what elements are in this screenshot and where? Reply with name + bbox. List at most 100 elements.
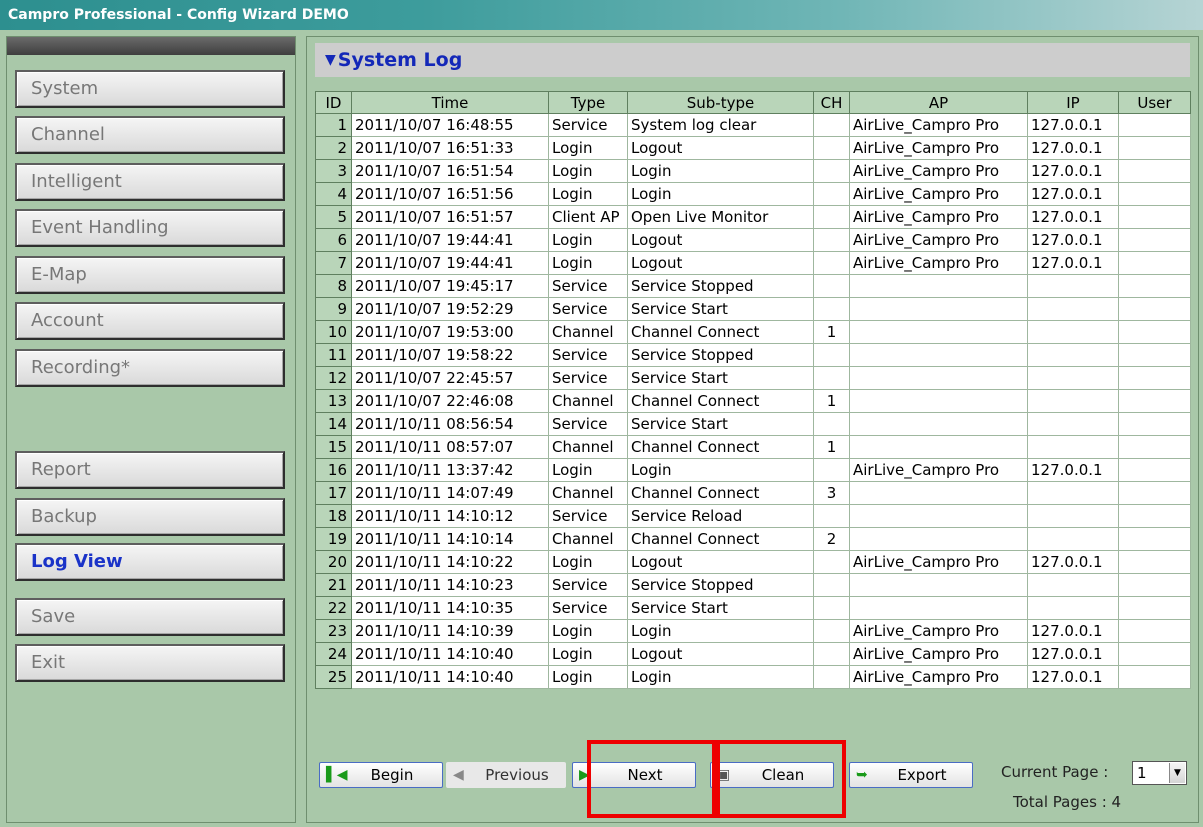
cell-subtype: Service Stopped — [627, 274, 814, 298]
cell-id: 9 — [315, 297, 352, 321]
table-row[interactable]: 20 2011/10/11 14:10:22 Login Logout AirLive_… — [315, 550, 1191, 574]
cell-subtype: Channel Connect — [627, 435, 814, 459]
cell-id: 3 — [315, 159, 352, 183]
cell-ip — [1027, 596, 1119, 620]
sidebar-item-report[interactable]: Report — [15, 451, 285, 489]
cell-user — [1118, 550, 1191, 574]
cell-ch — [813, 205, 850, 229]
cell-subtype: Service Start — [627, 366, 814, 390]
cell-user — [1118, 481, 1191, 505]
cell-user — [1118, 297, 1191, 321]
cell-type: Login — [548, 665, 628, 689]
table-row[interactable]: 18 2011/10/11 14:10:12 Service Service Relo… — [315, 504, 1191, 528]
cell-user — [1118, 573, 1191, 597]
cell-type: Login — [548, 550, 628, 574]
table-row[interactable]: 19 2011/10/11 14:10:14 Channel Channel Conn… — [315, 527, 1191, 551]
table-row[interactable]: 4 2011/10/07 16:51:56 Login Login AirLive_Ca… — [315, 182, 1191, 206]
cell-time: 2011/10/11 14:10:22 — [351, 550, 549, 574]
cell-type: Channel — [548, 320, 628, 344]
cell-id: 8 — [315, 274, 352, 298]
table-row[interactable]: 8 2011/10/07 19:45:17 Service Service Stopp… — [315, 274, 1191, 298]
current-page-select[interactable]: 1 ▼ — [1132, 761, 1187, 785]
table-row[interactable]: 23 2011/10/11 14:10:39 Login Login AirLive_C… — [315, 619, 1191, 643]
cell-id: 23 — [315, 619, 352, 643]
table-row[interactable]: 12 2011/10/07 22:45:57 Service Service Star… — [315, 366, 1191, 390]
cell-ap — [849, 343, 1028, 367]
table-row[interactable]: 6 2011/10/07 19:44:41 Login Logout AirLive_C… — [315, 228, 1191, 252]
cell-ch — [813, 297, 850, 321]
cell-ch: 1 — [813, 389, 850, 413]
sidebar-item-recording[interactable]: Recording* — [15, 349, 285, 387]
cell-id: 18 — [315, 504, 352, 528]
cell-ip — [1027, 573, 1119, 597]
cell-id: 17 — [315, 481, 352, 505]
table-row[interactable]: 22 2011/10/11 14:10:35 Service Service Star… — [315, 596, 1191, 620]
table-row[interactable]: 5 2011/10/07 16:51:57 Client AP Open Live M… — [315, 205, 1191, 229]
cell-id: 21 — [315, 573, 352, 597]
cell-ap: AirLive_Campro Pro — [849, 458, 1028, 482]
cell-ap — [849, 481, 1028, 505]
cell-user — [1118, 136, 1191, 160]
table-row[interactable]: 16 2011/10/11 13:37:42 Login Login AirLive_C… — [315, 458, 1191, 482]
cell-ch — [813, 113, 850, 137]
cell-time: 2011/10/07 19:58:22 — [351, 343, 549, 367]
table-row[interactable]: 2 2011/10/07 16:51:33 Login Logout AirLive_C… — [315, 136, 1191, 160]
table-row[interactable]: 1 2011/10/07 16:48:55 Service System log cl… — [315, 113, 1191, 137]
cell-id: 7 — [315, 251, 352, 275]
sidebar-item-intelligent[interactable]: Intelligent — [15, 163, 285, 201]
next-highlight-box — [587, 740, 716, 818]
cell-type: Login — [548, 136, 628, 160]
cell-id: 15 — [315, 435, 352, 459]
page-header: ▼ System Log — [315, 43, 1190, 77]
table-row[interactable]: 21 2011/10/11 14:10:23 Service Service Stop… — [315, 573, 1191, 597]
cell-ch — [813, 343, 850, 367]
cell-ap — [849, 297, 1028, 321]
cell-ip: 127.0.0.1 — [1027, 251, 1119, 275]
sidebar-item-exit[interactable]: Exit — [15, 644, 285, 682]
cell-id: 25 — [315, 665, 352, 689]
sidebar-item-e-map[interactable]: E-Map — [15, 256, 285, 294]
sidebar: System Channel Intelligent Event Handlin… — [6, 36, 296, 823]
cell-ch — [813, 251, 850, 275]
cell-ip — [1027, 412, 1119, 436]
cell-time: 2011/10/11 14:07:49 — [351, 481, 549, 505]
cell-subtype: Service Reload — [627, 504, 814, 528]
cell-subtype: Logout — [627, 642, 814, 666]
begin-button[interactable]: ▌◀ Begin — [319, 762, 443, 788]
cell-id: 6 — [315, 228, 352, 252]
cell-ap: AirLive_Campro Pro — [849, 642, 1028, 666]
cell-ap: AirLive_Campro Pro — [849, 251, 1028, 275]
cell-ip: 127.0.0.1 — [1027, 642, 1119, 666]
table-row[interactable]: 7 2011/10/07 19:44:41 Login Logout AirLive_C… — [315, 251, 1191, 275]
sidebar-item-account[interactable]: Account — [15, 302, 285, 340]
cell-ap: AirLive_Campro Pro — [849, 205, 1028, 229]
sidebar-item-save[interactable]: Save — [15, 598, 285, 636]
table-row[interactable]: 10 2011/10/07 19:53:00 Channel Channel Conn… — [315, 320, 1191, 344]
export-button[interactable]: ➥ Export — [849, 762, 973, 788]
sidebar-item-system[interactable]: System — [15, 70, 285, 108]
cell-id: 1 — [315, 113, 352, 137]
cell-time: 2011/10/07 19:44:41 — [351, 251, 549, 275]
sidebar-item-log-view[interactable]: Log View — [15, 543, 285, 581]
table-row[interactable]: 24 2011/10/11 14:10:40 Login Logout AirLive_… — [315, 642, 1191, 666]
sidebar-item-channel[interactable]: Channel — [15, 116, 285, 154]
table-row[interactable]: 9 2011/10/07 19:52:29 Service Service Start — [315, 297, 1191, 321]
table-row[interactable]: 11 2011/10/07 19:58:22 Service Service Stop… — [315, 343, 1191, 367]
table-row[interactable]: 25 2011/10/11 14:10:40 Login Login AirLive_C… — [315, 665, 1191, 689]
table-row[interactable]: 17 2011/10/11 14:07:49 Channel Channel Conn… — [315, 481, 1191, 505]
table-row[interactable]: 13 2011/10/07 22:46:08 Channel Channel Conn… — [315, 389, 1191, 413]
cell-ap: AirLive_Campro Pro — [849, 550, 1028, 574]
cell-time: 2011/10/07 16:51:56 — [351, 182, 549, 206]
sidebar-item-backup[interactable]: Backup — [15, 498, 285, 536]
table-row[interactable]: 15 2011/10/11 08:57:07 Channel Channel Conn… — [315, 435, 1191, 459]
cell-time: 2011/10/11 14:10:14 — [351, 527, 549, 551]
cell-ip: 127.0.0.1 — [1027, 136, 1119, 160]
chevron-down-icon[interactable]: ▼ — [1169, 763, 1185, 783]
sidebar-item-event-handling[interactable]: Event Handling — [15, 209, 285, 247]
table-row[interactable]: 3 2011/10/07 16:51:54 Login Login AirLive_Ca… — [315, 159, 1191, 183]
cell-user — [1118, 228, 1191, 252]
column-header-subtype: Sub-type — [627, 91, 814, 114]
table-row[interactable]: 14 2011/10/11 08:56:54 Service Service Star… — [315, 412, 1191, 436]
previous-button[interactable]: ◀ Previous — [446, 762, 566, 788]
cell-id: 5 — [315, 205, 352, 229]
